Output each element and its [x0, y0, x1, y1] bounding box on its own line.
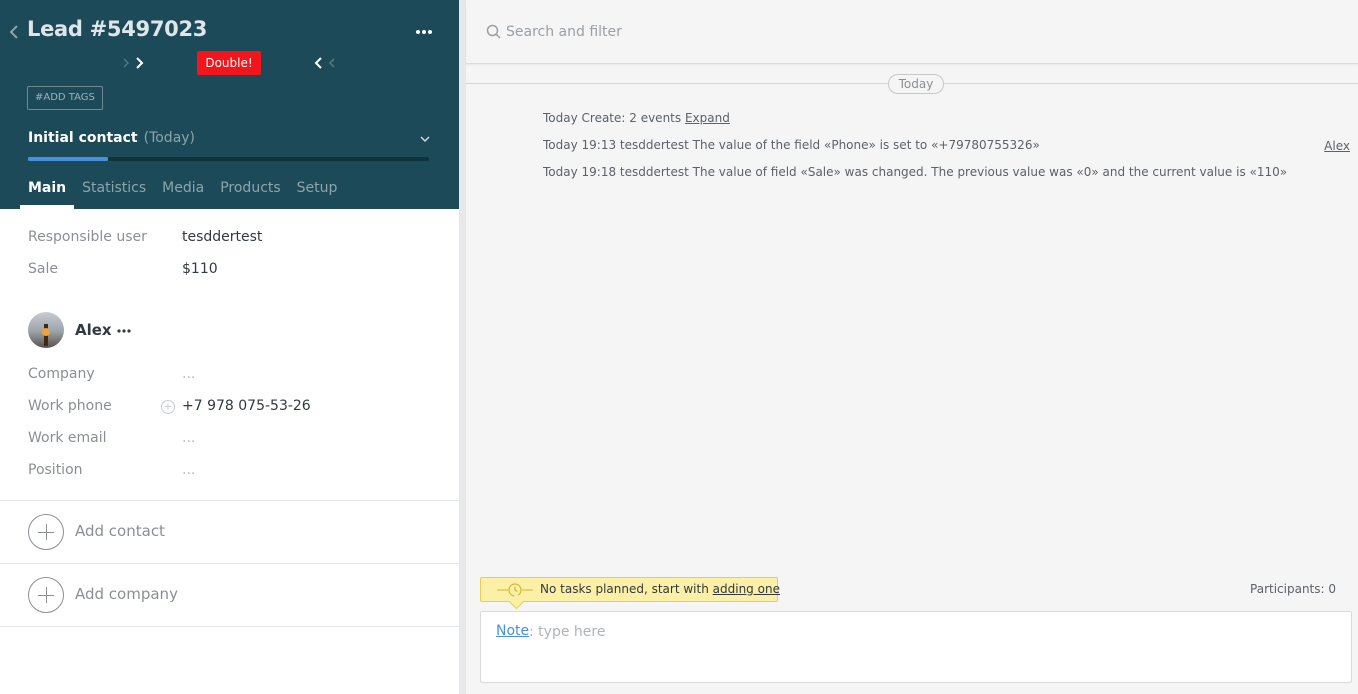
status-name: Initial contact — [28, 130, 138, 146]
lead-card-panel: Lead #5497023 Double! #ADD TAGS Initial … — [0, 0, 459, 694]
company-value[interactable]: ... — [182, 366, 195, 382]
tab-main[interactable]: Main — [19, 180, 75, 209]
next-lead-chevron-icon[interactable] — [133, 55, 147, 71]
plus-circle-icon — [28, 577, 64, 613]
tab-setup[interactable]: Setup — [297, 180, 338, 209]
responsible-user-value[interactable]: tesddertest — [182, 229, 262, 245]
avatar[interactable] — [28, 312, 64, 348]
no-tasks-banner: No tasks planned, start with adding one — [480, 577, 780, 602]
feed-event: Today 19:18 tesddertest The value of fie… — [543, 165, 1288, 179]
feed-panel: Today Today Create: 2 events Expand Toda… — [466, 0, 1358, 694]
search-bar — [466, 0, 1358, 64]
divider — [0, 563, 459, 564]
faint-chevron-right-icon — [121, 55, 131, 71]
add-company-label: Add company — [75, 585, 178, 603]
add-task-link[interactable]: adding one — [713, 582, 780, 596]
note-composer: Note — [480, 611, 1352, 683]
responsible-user-label: Responsible user — [28, 229, 147, 245]
work-email-value[interactable]: ... — [182, 430, 195, 446]
note-type-selector[interactable]: Note — [496, 623, 529, 639]
divider — [0, 626, 459, 627]
add-phone-plus-icon[interactable]: + — [161, 400, 175, 414]
status-date: (Today) — [143, 130, 196, 146]
lead-header: Lead #5497023 Double! #ADD TAGS Initial … — [0, 0, 459, 209]
pipeline-status[interactable]: Initial contact (Today) — [28, 130, 195, 152]
status-progress-fill — [28, 157, 109, 161]
sale-label: Sale — [28, 261, 58, 277]
search-input[interactable] — [506, 20, 1326, 44]
participants-count[interactable]: Participants: 0 — [1250, 582, 1336, 596]
tab-statistics[interactable]: Statistics — [82, 180, 146, 209]
company-label: Company — [28, 366, 95, 382]
sale-value[interactable]: $110 — [182, 261, 218, 277]
feed-event: Today 19:13 tesddertest The value of the… — [543, 138, 1040, 152]
work-phone-value[interactable]: +7 978 075-53-26 — [182, 398, 311, 414]
event-author-link[interactable]: Alex — [1324, 139, 1350, 153]
search-icon — [486, 24, 502, 40]
chevron-down-icon[interactable] — [418, 134, 432, 146]
expand-link[interactable]: Expand — [685, 111, 730, 125]
more-options-icon[interactable] — [413, 22, 435, 42]
contact-name[interactable]: Alex — [75, 321, 112, 339]
events-summary-text: Today Create: 2 events — [543, 111, 682, 125]
divider — [0, 500, 459, 501]
position-label: Position — [28, 462, 83, 478]
lead-title: Lead #5497023 — [27, 17, 208, 41]
work-phone-label: Work phone — [28, 398, 112, 414]
prev-lead-chevron-icon[interactable] — [311, 55, 325, 71]
tab-products[interactable]: Products — [220, 180, 280, 209]
note-input[interactable] — [529, 620, 1329, 644]
no-tasks-text: No tasks planned, start with adding one — [540, 582, 780, 596]
no-tasks-message: No tasks planned, start with — [540, 582, 709, 596]
work-email-label: Work email — [28, 430, 107, 446]
back-chevron-icon[interactable] — [8, 22, 22, 42]
contact-more-icon[interactable] — [116, 322, 132, 338]
tab-media[interactable]: Media — [162, 180, 204, 209]
status-progress-bar — [28, 157, 429, 161]
date-separator: Today — [888, 74, 944, 94]
clock-icon — [497, 581, 533, 599]
position-value[interactable]: ... — [182, 462, 195, 478]
lead-tabs: Main Statistics Media Products Setup — [19, 180, 353, 209]
events-summary: Today Create: 2 events Expand — [543, 111, 730, 125]
faint-chevron-left-icon — [327, 55, 337, 71]
panel-splitter[interactable] — [459, 0, 466, 694]
double-badge[interactable]: Double! — [197, 51, 261, 75]
add-tags-button[interactable]: #ADD TAGS — [27, 86, 103, 110]
add-contact-label: Add contact — [75, 522, 165, 540]
plus-circle-icon — [28, 514, 64, 550]
